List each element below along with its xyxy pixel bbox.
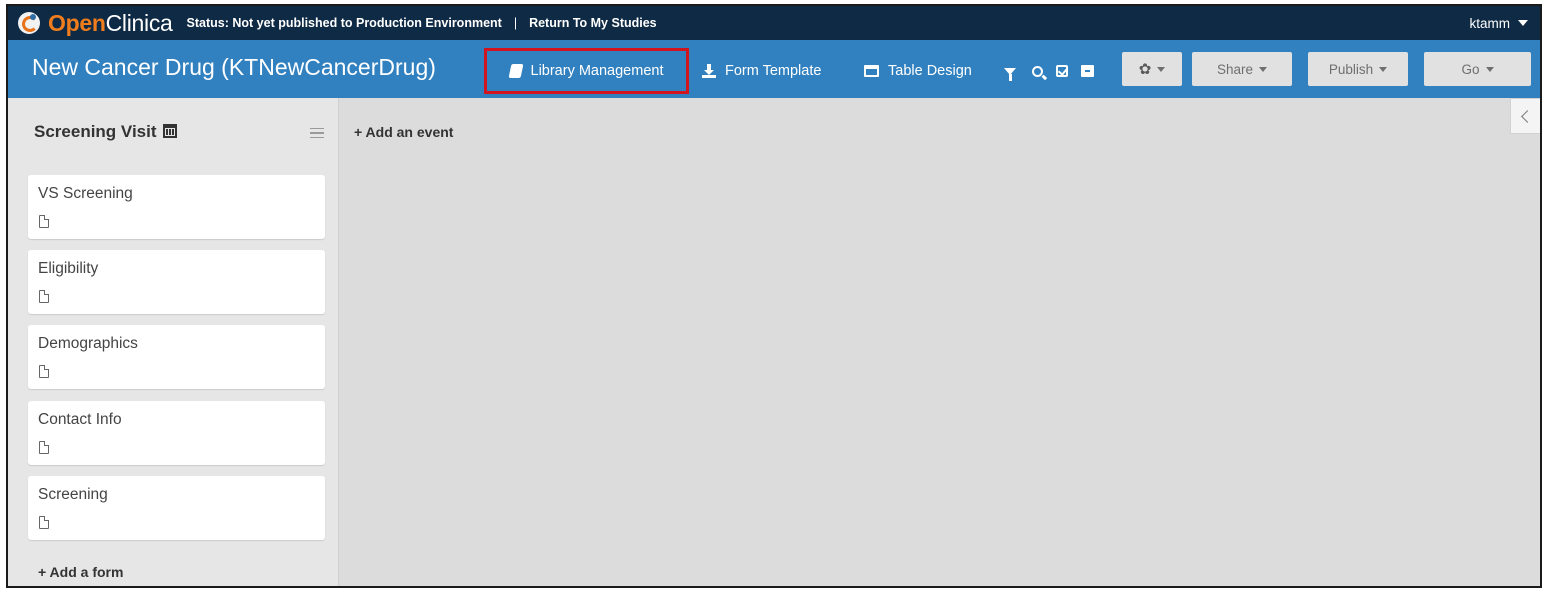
chevron-down-icon: [1518, 20, 1528, 26]
form-template-label: Form Template: [725, 63, 822, 79]
study-title: New Cancer Drug (KTNewCancerDrug): [32, 54, 436, 80]
openclinica-logo[interactable]: Open Clinica: [18, 10, 173, 37]
logo-text-clinica: Clinica: [105, 9, 173, 36]
go-dropdown[interactable]: Go: [1424, 52, 1531, 86]
document-icon: [39, 515, 50, 529]
event-menu-icon[interactable]: [310, 128, 324, 138]
publish-label: Publish: [1328, 61, 1374, 77]
document-icon: [39, 440, 50, 454]
form-card[interactable]: VS Screening: [28, 175, 325, 239]
calendar-icon: [163, 124, 178, 138]
username: ktamm: [1469, 15, 1511, 31]
add-form-button[interactable]: + Add a form: [38, 564, 123, 580]
logo-icon: [18, 12, 40, 34]
form-template-button[interactable]: Form Template: [702, 48, 821, 94]
user-menu[interactable]: ktamm: [1469, 6, 1528, 40]
chevron-down-icon: [1259, 66, 1268, 72]
document-icon: [39, 289, 50, 303]
settings-dropdown[interactable]: ✿: [1122, 52, 1182, 86]
form-name: Screening: [38, 486, 108, 503]
top-navbar: Open Clinica Status: Not yet published to…: [8, 6, 1540, 40]
share-dropdown[interactable]: Share: [1192, 52, 1292, 86]
logo-text-open: Open: [48, 9, 106, 36]
event-title[interactable]: Screening Visit: [34, 122, 178, 142]
go-label: Go: [1461, 61, 1480, 77]
study-status: Status: Not yet published to Production …: [186, 16, 502, 30]
form-name: VS Screening: [38, 185, 133, 202]
share-label: Share: [1216, 61, 1254, 77]
panel-toggle-button[interactable]: [1510, 98, 1540, 134]
form-name: Eligibility: [38, 260, 99, 277]
gear-icon: ✿: [1138, 60, 1152, 78]
status-separator: |: [513, 16, 518, 30]
document-icon: [39, 214, 50, 228]
checkbox-icon: [1056, 65, 1068, 77]
app-frame: Open Clinica Status: Not yet published to…: [6, 4, 1542, 588]
chevron-down-icon: [1379, 66, 1388, 72]
library-management-button[interactable]: Library Management: [484, 48, 689, 94]
form-card[interactable]: Screening: [28, 476, 325, 540]
search-icon: [1031, 65, 1043, 77]
book-icon: [508, 64, 523, 78]
filter-icon: [1004, 67, 1016, 81]
event-column: Screening Visit VS Screening Eligibility…: [8, 98, 339, 586]
event-name-label: Screening Visit: [34, 122, 157, 141]
library-management-label: Library Management: [530, 63, 664, 79]
publish-dropdown[interactable]: Publish: [1308, 52, 1408, 86]
form-card[interactable]: Contact Info: [28, 401, 325, 465]
filter-button[interactable]: [1002, 63, 1018, 81]
form-name: Contact Info: [38, 411, 122, 428]
search-button[interactable]: [1029, 63, 1045, 79]
table-icon: [864, 65, 879, 77]
archive-button[interactable]: [1079, 63, 1095, 79]
table-design-label: Table Design: [888, 63, 972, 79]
chevron-down-icon: [1485, 66, 1494, 72]
archive-icon: [1080, 65, 1094, 77]
chevron-down-icon: [1157, 66, 1166, 72]
form-card[interactable]: Eligibility: [28, 250, 325, 314]
form-name: Demographics: [38, 335, 138, 352]
table-design-button[interactable]: Table Design: [864, 48, 972, 94]
download-icon: [702, 64, 716, 78]
document-icon: [39, 364, 50, 378]
chevron-left-icon: [1521, 109, 1534, 123]
checklist-button[interactable]: [1054, 63, 1070, 79]
add-event-button[interactable]: + Add an event: [354, 124, 453, 140]
return-to-studies-link[interactable]: Return To My Studies: [529, 16, 657, 30]
study-header: New Cancer Drug (KTNewCancerDrug) Librar…: [8, 40, 1540, 98]
form-card[interactable]: Demographics: [28, 325, 325, 389]
